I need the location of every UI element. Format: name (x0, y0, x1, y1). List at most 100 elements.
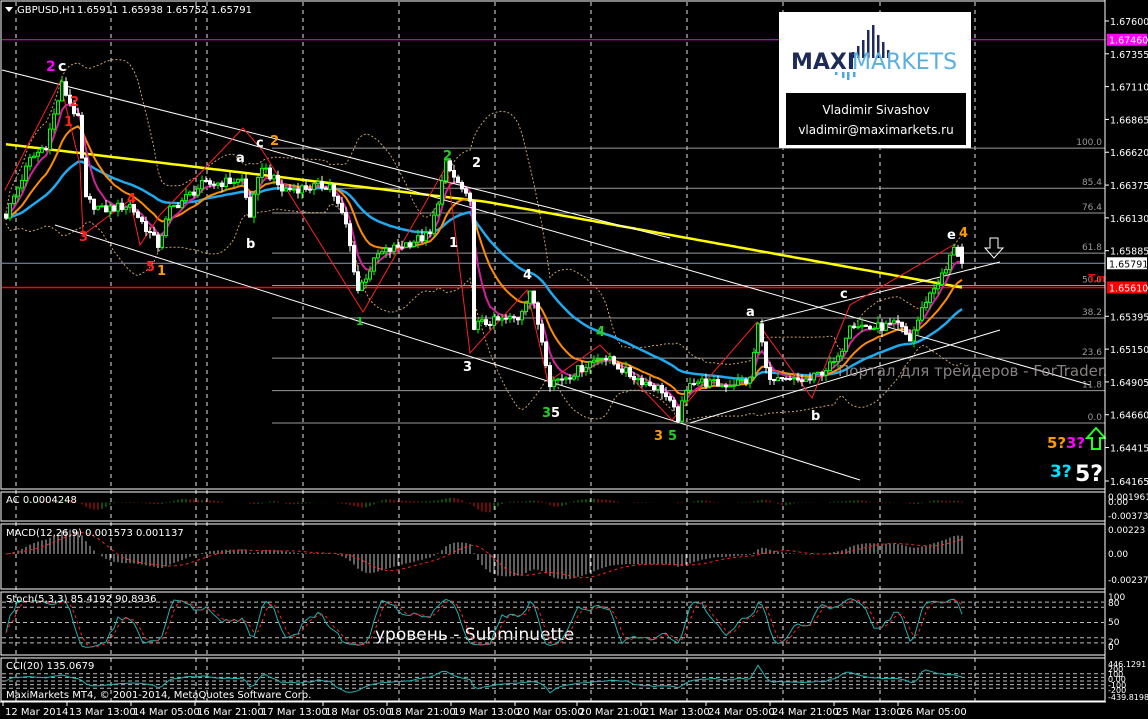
time-label: 26 Mar 05:00 (900, 707, 967, 718)
wave-label: 5 (668, 429, 677, 444)
candle (436, 201, 440, 218)
candle (252, 190, 256, 224)
wave-label: 3? (1050, 462, 1072, 482)
candle-body (624, 367, 628, 373)
macd-axis-label: 0.00223 (1108, 526, 1145, 536)
candle-body (116, 202, 120, 212)
candle (656, 383, 660, 394)
candle-body (180, 200, 184, 209)
candle-body (740, 379, 744, 382)
candle (516, 316, 520, 325)
candle-body (644, 381, 648, 386)
candle-body (732, 384, 736, 387)
candle (756, 321, 760, 355)
candle-body (600, 358, 604, 361)
candle-body (620, 368, 624, 373)
candle-body (36, 151, 40, 157)
candle-body (20, 179, 24, 189)
candle-body (520, 311, 524, 321)
candle-body (816, 371, 820, 374)
candle-body (608, 356, 612, 360)
candle (696, 379, 700, 386)
candle-body (56, 100, 60, 115)
candle-body (360, 281, 364, 291)
candle-body (232, 181, 236, 184)
price-tick-label: 1.67600 (1110, 17, 1148, 28)
candle (580, 361, 584, 377)
candle-body (924, 302, 928, 309)
author-box (786, 93, 966, 145)
candle (896, 315, 900, 329)
candle-body (504, 317, 508, 320)
candle (548, 362, 552, 392)
candle-body (44, 148, 48, 151)
candle (784, 376, 788, 381)
candle-body (8, 203, 12, 219)
candle-body (408, 242, 412, 248)
candle-body (60, 81, 64, 102)
candle (916, 316, 920, 336)
candle-body (428, 232, 432, 235)
candle (192, 185, 196, 198)
stoch-axis-label: 0 (1108, 643, 1114, 653)
candle-body (216, 182, 220, 186)
candle (536, 301, 540, 330)
candle (84, 154, 88, 198)
candle-body (668, 396, 672, 401)
candle (728, 379, 732, 388)
candle (680, 396, 684, 423)
candle-body (32, 155, 36, 159)
candle-body (752, 351, 756, 378)
price-tick-label: 1.65395 (1110, 312, 1148, 323)
price-tick-label: 1.65885 (1110, 247, 1148, 258)
triangle-down-icon[interactable] (5, 7, 13, 12)
candle (452, 164, 456, 184)
candle (56, 99, 60, 115)
candle-body (372, 257, 376, 272)
candle (172, 204, 176, 208)
candle-body (692, 383, 696, 386)
wave-label: c (58, 59, 66, 75)
price-chart[interactable]: 100.085.476.461.850.038.223.611.80.02 c21… (0, 0, 1148, 719)
candle (156, 231, 160, 252)
candle-body (872, 327, 876, 330)
candle (32, 152, 36, 159)
candle-body (424, 232, 428, 242)
wave-label: c (840, 287, 848, 302)
candle-body (140, 216, 144, 223)
candle (444, 160, 448, 185)
stoch-panel (0, 591, 1106, 656)
candle-body (104, 205, 108, 213)
candle (228, 172, 232, 185)
price-tick-label: 1.65150 (1110, 345, 1148, 356)
trend-channel-line[interactable] (759, 261, 1001, 323)
candle (944, 267, 948, 275)
candle-body (744, 379, 748, 384)
candle (96, 205, 100, 211)
candle (28, 153, 32, 171)
candle (772, 378, 776, 385)
candle-body (160, 235, 164, 248)
cci-label: CCI(20) 135.0679 (6, 661, 94, 672)
candle-body (468, 192, 472, 202)
macd-label: MACD(12,26,9) 0.001573 0.001137 (6, 528, 184, 539)
candle-body (876, 322, 880, 329)
price-tick-label: 1.64415 (1110, 444, 1148, 455)
wave-label: 3? (1066, 434, 1085, 452)
resistance-price-tag: 1.67460 (1109, 36, 1148, 47)
candle-body (264, 167, 268, 170)
candle (876, 316, 880, 334)
candle-body (704, 378, 708, 387)
arrow-down-outline-icon (983, 237, 1005, 259)
candle-body (564, 377, 568, 380)
candle-body (228, 177, 232, 184)
candle-body (888, 322, 892, 325)
candle (88, 193, 92, 204)
candle (256, 175, 260, 201)
candle-body (892, 320, 896, 324)
candle-body (848, 325, 852, 339)
time-label: 19 Mar 13:00 (453, 707, 520, 718)
wave-label: 1 (157, 264, 166, 279)
candle-body (152, 231, 156, 236)
wave-label: 3 (654, 429, 663, 444)
